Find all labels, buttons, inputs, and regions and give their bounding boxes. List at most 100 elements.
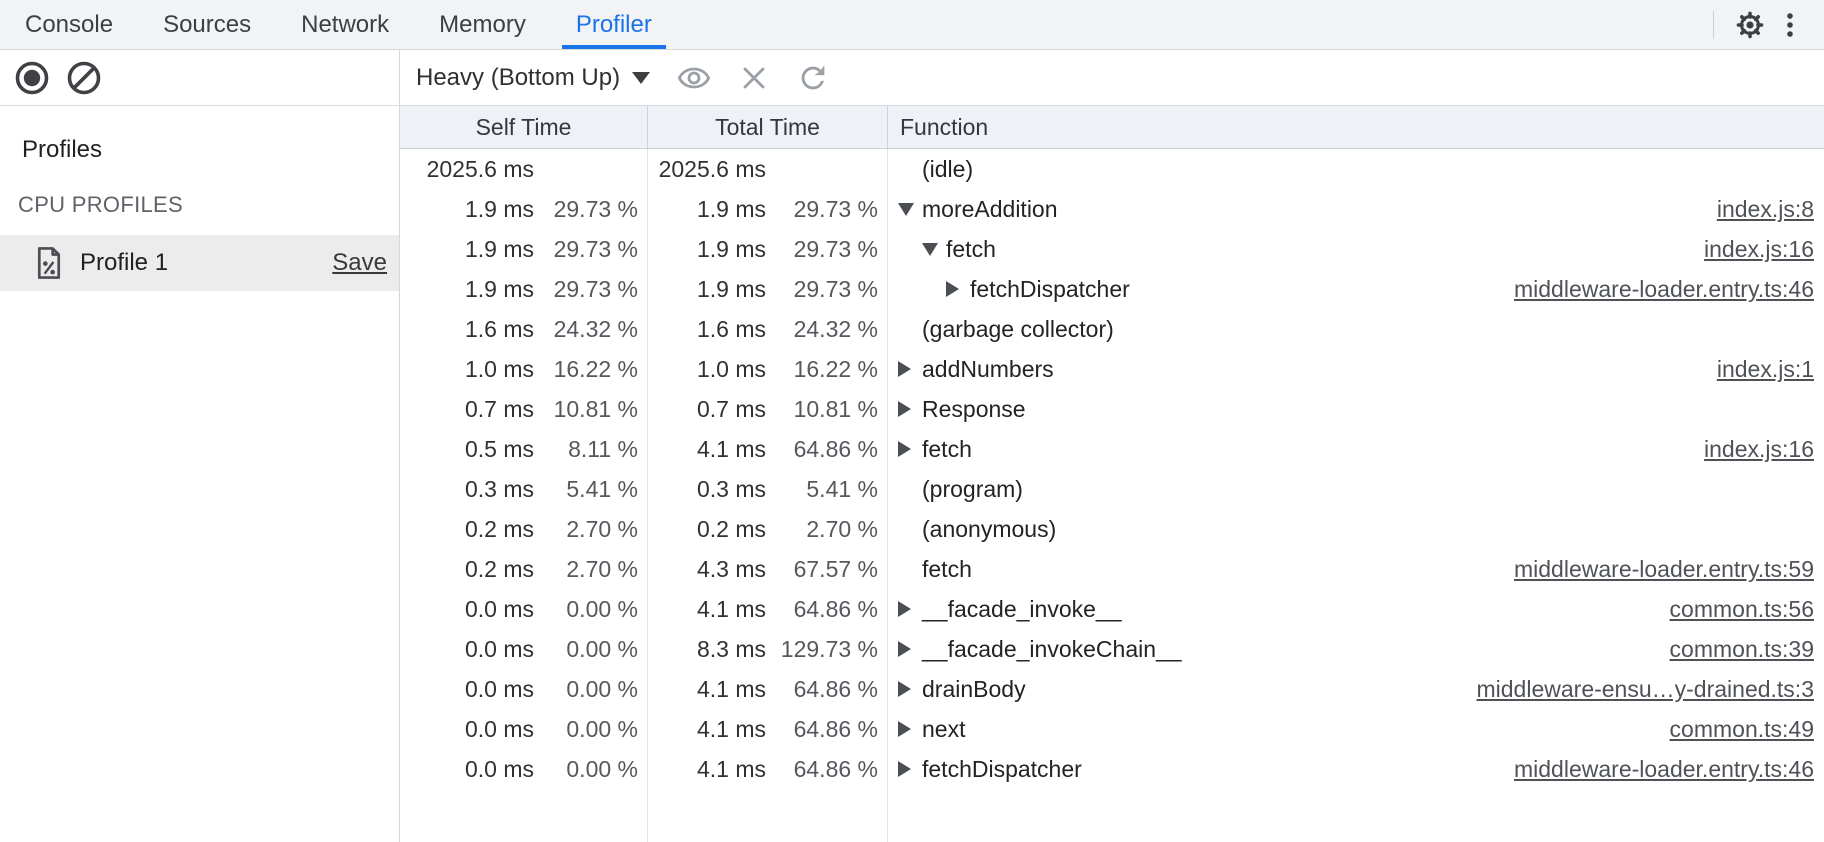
self-time-percent: 2.70 % — [534, 516, 648, 543]
table-row[interactable]: 0.0 ms0.00 %4.1 ms64.86 %fetchDispatcher… — [400, 749, 1824, 789]
function-name: __facade_invoke__ — [922, 596, 1122, 623]
triangle-right-expander-icon[interactable] — [898, 401, 922, 417]
total-time-percent: 10.81 % — [766, 396, 888, 423]
function-cell: fetchindex.js:16 — [888, 236, 1824, 263]
self-time-cell: 0.3 ms5.41 % — [400, 476, 648, 503]
self-time-percent: 29.73 % — [534, 196, 648, 223]
total-time-ms: 2025.6 ms — [648, 156, 766, 183]
total-time-percent: 16.22 % — [766, 356, 888, 383]
source-file-link[interactable]: index.js:16 — [1680, 436, 1824, 463]
grid-header: Self Time Total Time Function — [400, 106, 1824, 149]
table-row[interactable]: 0.0 ms0.00 %4.1 ms64.86 %nextcommon.ts:4… — [400, 709, 1824, 749]
table-row[interactable]: 0.2 ms2.70 %4.3 ms67.57 %fetchmiddleware… — [400, 549, 1824, 589]
function-name: Response — [922, 396, 1026, 423]
triangle-right-expander-icon[interactable] — [898, 441, 922, 457]
self-time-percent: 0.00 % — [534, 716, 648, 743]
clear-profiles-button[interactable] — [66, 60, 102, 96]
settings-gear-icon[interactable] — [1730, 5, 1770, 45]
self-time-ms: 0.2 ms — [400, 556, 534, 583]
source-file-link[interactable]: index.js:16 — [1680, 236, 1824, 263]
function-name: moreAddition — [922, 196, 1058, 223]
table-row[interactable]: 0.0 ms0.00 %4.1 ms64.86 %drainBodymiddle… — [400, 669, 1824, 709]
table-row[interactable]: 1.6 ms24.32 %1.6 ms24.32 %(garbage colle… — [400, 309, 1824, 349]
triangle-down-expander-icon[interactable] — [898, 203, 922, 216]
column-header-total-time[interactable]: Total Time — [648, 106, 888, 148]
function-cell: Response — [888, 396, 1824, 423]
total-time-ms: 4.1 ms — [648, 676, 766, 703]
self-time-ms: 1.0 ms — [400, 356, 534, 383]
record-button[interactable] — [14, 60, 50, 96]
total-time-cell: 4.1 ms64.86 % — [648, 596, 888, 623]
function-cell: fetchmiddleware-loader.entry.ts:59 — [888, 556, 1824, 583]
self-time-percent: 8.11 % — [534, 436, 648, 463]
triangle-right-expander-icon[interactable] — [898, 681, 922, 697]
profile-view-select[interactable]: Heavy (Bottom Up) — [416, 64, 650, 92]
tab-profiler[interactable]: Profiler — [562, 0, 666, 49]
source-file-link[interactable]: index.js:1 — [1693, 356, 1824, 383]
source-file-link[interactable]: index.js:8 — [1693, 196, 1824, 223]
save-profile-link[interactable]: Save — [332, 249, 387, 277]
total-time-cell: 4.1 ms64.86 % — [648, 716, 888, 743]
total-time-ms: 0.2 ms — [648, 516, 766, 543]
triangle-right-expander-icon[interactable] — [898, 361, 922, 377]
triangle-right-expander-icon[interactable] — [898, 721, 922, 737]
triangle-right-expander-icon[interactable] — [898, 761, 922, 777]
table-row[interactable]: 1.0 ms16.22 %1.0 ms16.22 %addNumbersinde… — [400, 349, 1824, 389]
triangle-right-expander-icon[interactable] — [898, 641, 922, 657]
tab-console[interactable]: Console — [11, 0, 127, 49]
total-time-cell: 1.6 ms24.32 % — [648, 316, 888, 343]
source-file-link[interactable]: middleware-ensu…y-drained.ts:3 — [1453, 676, 1824, 703]
table-row[interactable]: 1.9 ms29.73 %1.9 ms29.73 %moreAdditionin… — [400, 189, 1824, 229]
total-time-ms: 8.3 ms — [648, 636, 766, 663]
profile-data-grid: Self Time Total Time Function 2025.6 ms2… — [400, 106, 1824, 842]
table-row[interactable]: 0.2 ms2.70 %0.2 ms2.70 %(anonymous) — [400, 509, 1824, 549]
source-file-link[interactable]: middleware-loader.entry.ts:46 — [1490, 276, 1824, 303]
function-cell: drainBodymiddleware-ensu…y-drained.ts:3 — [888, 676, 1824, 703]
function-cell: nextcommon.ts:49 — [888, 716, 1824, 743]
total-time-percent: 29.73 % — [766, 196, 888, 223]
self-time-cell: 1.6 ms24.32 % — [400, 316, 648, 343]
total-time-percent: 64.86 % — [766, 436, 888, 463]
table-row[interactable]: 2025.6 ms2025.6 ms(idle) — [400, 149, 1824, 189]
table-row[interactable]: 1.9 ms29.73 %1.9 ms29.73 %fetchindex.js:… — [400, 229, 1824, 269]
table-row[interactable]: 0.0 ms0.00 %8.3 ms129.73 %__facade_invok… — [400, 629, 1824, 669]
panel-tabs: Console Sources Network Memory Profiler — [0, 0, 677, 49]
restore-functions-refresh-icon[interactable] — [796, 61, 830, 95]
self-time-percent: 29.73 % — [534, 276, 648, 303]
self-time-percent: 29.73 % — [534, 236, 648, 263]
source-file-link[interactable]: middleware-loader.entry.ts:46 — [1490, 756, 1824, 783]
triangle-right-expander-icon[interactable] — [946, 281, 970, 297]
tabbar-divider — [1713, 11, 1714, 39]
function-name: (anonymous) — [922, 516, 1056, 543]
tab-memory[interactable]: Memory — [425, 0, 540, 49]
tab-network[interactable]: Network — [287, 0, 403, 49]
focus-function-eye-icon[interactable] — [676, 60, 712, 96]
table-row[interactable]: 0.7 ms10.81 %0.7 ms10.81 %Response — [400, 389, 1824, 429]
table-row[interactable]: 0.0 ms0.00 %4.1 ms64.86 %__facade_invoke… — [400, 589, 1824, 629]
table-row[interactable]: 1.9 ms29.73 %1.9 ms29.73 %fetchDispatche… — [400, 269, 1824, 309]
exclude-function-x-icon[interactable] — [738, 62, 770, 94]
triangle-down-expander-icon[interactable] — [922, 243, 946, 256]
triangle-right-expander-icon[interactable] — [898, 601, 922, 617]
self-time-ms: 0.0 ms — [400, 596, 534, 623]
self-time-percent: 0.00 % — [534, 636, 648, 663]
table-row[interactable]: 0.3 ms5.41 %0.3 ms5.41 %(program) — [400, 469, 1824, 509]
self-time-ms: 0.0 ms — [400, 716, 534, 743]
source-file-link[interactable]: common.ts:56 — [1646, 596, 1824, 623]
profile-list-item[interactable]: Profile 1 Save — [0, 235, 399, 291]
total-time-ms: 0.7 ms — [648, 396, 766, 423]
kebab-menu-icon[interactable] — [1770, 5, 1810, 45]
self-time-cell: 0.0 ms0.00 % — [400, 636, 648, 663]
source-file-link[interactable]: common.ts:39 — [1646, 636, 1824, 663]
column-header-function[interactable]: Function — [888, 106, 1824, 148]
self-time-cell: 1.0 ms16.22 % — [400, 356, 648, 383]
self-time-percent: 0.00 % — [534, 756, 648, 783]
source-file-link[interactable]: common.ts:49 — [1646, 716, 1824, 743]
tab-sources[interactable]: Sources — [149, 0, 265, 49]
table-row[interactable]: 0.5 ms8.11 %4.1 ms64.86 %fetchindex.js:1… — [400, 429, 1824, 469]
source-file-link[interactable]: middleware-loader.entry.ts:59 — [1490, 556, 1824, 583]
total-time-ms: 4.1 ms — [648, 756, 766, 783]
profile-name: Profile 1 — [80, 249, 168, 277]
self-time-cell: 0.5 ms8.11 % — [400, 436, 648, 463]
column-header-self-time[interactable]: Self Time — [400, 106, 648, 148]
